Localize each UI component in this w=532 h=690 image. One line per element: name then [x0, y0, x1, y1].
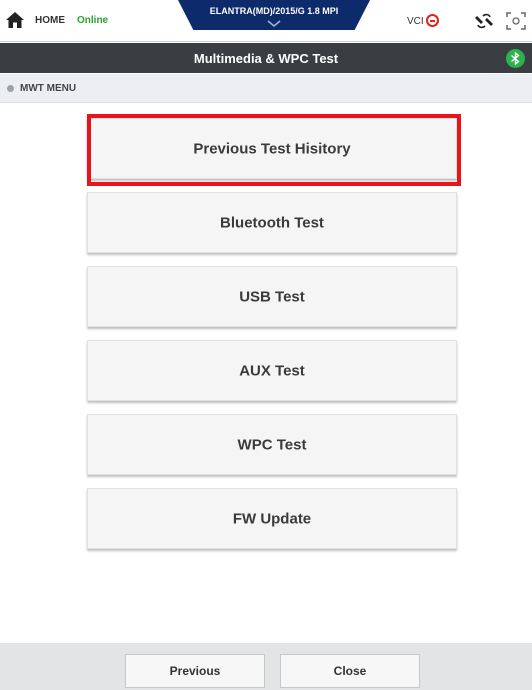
- page-title: Multimedia & WPC Test: [193, 51, 339, 66]
- menu-item-label: AUX Test: [239, 362, 305, 379]
- vehicle-label[interactable]: ELANTRA(MD)/2015/G 1.8 MPI: [178, 6, 370, 16]
- wpc-test-button[interactable]: WPC Test: [87, 414, 457, 475]
- vci-label: VCI: [407, 16, 424, 27]
- home-icon[interactable]: [5, 11, 25, 29]
- connection-status: Online: [77, 15, 109, 26]
- previous-test-history-button[interactable]: Previous Test Hisitory: [87, 118, 457, 179]
- bullet-icon: [7, 85, 14, 92]
- menu-item-label: Previous Test Hisitory: [193, 140, 351, 157]
- vci-connect-icon[interactable]: [474, 11, 494, 31]
- close-button-label: Close: [333, 664, 367, 678]
- bottom-bar: [0, 643, 532, 690]
- aux-test-button[interactable]: AUX Test: [87, 340, 457, 401]
- vci-disconnected-icon: [426, 14, 439, 27]
- fw-update-button[interactable]: FW Update: [87, 488, 457, 549]
- home-label[interactable]: HOME: [35, 15, 65, 26]
- screen-capture-icon[interactable]: [506, 12, 526, 30]
- previous-button[interactable]: Previous: [125, 654, 265, 688]
- menu-item-label: FW Update: [232, 510, 312, 527]
- menu-header-bar: [0, 74, 532, 103]
- previous-button-label: Previous: [169, 664, 221, 678]
- menu-item-label: WPC Test: [237, 436, 307, 453]
- close-button[interactable]: Close: [280, 654, 420, 688]
- bluetooth-icon[interactable]: [506, 49, 525, 68]
- chevron-down-icon[interactable]: [267, 20, 281, 28]
- menu-item-label: Bluetooth Test: [220, 214, 324, 231]
- menu-header-label: MWT MENU: [20, 83, 77, 94]
- bluetooth-test-button[interactable]: Bluetooth Test: [87, 192, 457, 253]
- menu-item-label: USB Test: [239, 288, 305, 305]
- usb-test-button[interactable]: USB Test: [87, 266, 457, 327]
